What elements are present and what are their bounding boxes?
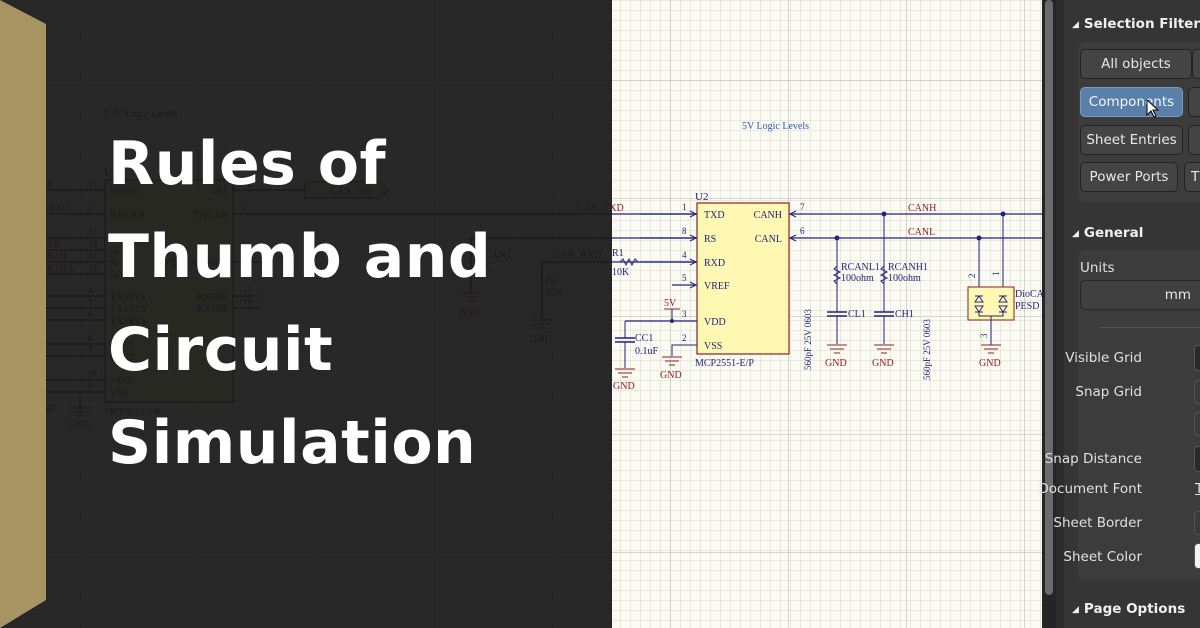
- ch1-ref: CH1: [895, 309, 914, 320]
- u2-pin-name: CANL: [755, 234, 782, 245]
- ch1-value: 560pF 25V 0603: [922, 319, 932, 380]
- gnd-symbol-vss: GND: [660, 356, 682, 381]
- filter-button-partial-1[interactable]: [1192, 49, 1200, 79]
- gnd-symbol-ch1: GND: [872, 344, 894, 369]
- panel-scrollbar-thumb[interactable]: [1045, 0, 1053, 595]
- properties-panel: ◢ Selection Filter All objects Components…: [1038, 0, 1200, 628]
- cc1-value: 0.1uF: [635, 346, 659, 357]
- svg-text:GND: GND: [872, 358, 894, 369]
- diode-part: PESD: [1015, 301, 1039, 312]
- u2-pin-name: RS: [704, 234, 716, 245]
- u2-pin-name: VREF: [704, 281, 730, 292]
- snap-distance-field[interactable]: [1194, 446, 1200, 472]
- u2-pin-name: VDD: [704, 317, 726, 328]
- u2-part: MCP2551-E/P: [695, 358, 754, 369]
- selection-filter-box: All objects Components Sheet Entries Pow…: [1078, 42, 1200, 202]
- snap-grid-label: Snap Grid: [1075, 384, 1142, 400]
- units-dropdown[interactable]: mm: [1080, 280, 1200, 310]
- section-page-options-title: Page Options: [1083, 601, 1186, 617]
- visible-grid-label: Visible Grid: [1065, 350, 1142, 366]
- filter-button-partial-2[interactable]: [1188, 87, 1200, 117]
- diode-pin-1: 1: [991, 272, 1001, 277]
- diode-ref: DioCAN: [1015, 289, 1042, 300]
- gnd-symbol-cc1: GND: [613, 368, 635, 392]
- units-label: Units: [1080, 260, 1115, 276]
- filter-all-objects-button[interactable]: All objects: [1080, 49, 1192, 79]
- power-5v: 5V: [664, 298, 677, 309]
- r1-ref: R1: [612, 248, 624, 259]
- u2-pin-number: 2: [682, 333, 687, 343]
- title-line-2: Thumb and: [108, 222, 492, 292]
- diode-pin-3: 3: [979, 333, 989, 338]
- filter-button-partial-4[interactable]: T: [1184, 162, 1200, 192]
- snap-grid-checkbox[interactable]: [1194, 380, 1200, 404]
- gold-accent-shape: [0, 0, 46, 628]
- u2-pin-name: CANH: [754, 210, 782, 221]
- collapse-triangle-icon: ◢: [1072, 20, 1079, 30]
- filter-button-partial-3[interactable]: [1188, 125, 1200, 155]
- sheet-color-label: Sheet Color: [1063, 549, 1142, 565]
- u2-body[interactable]: [696, 202, 790, 355]
- u2-pin-name: RXD: [704, 258, 725, 269]
- collapse-triangle-icon: ◢: [1072, 229, 1079, 239]
- svg-text:GND: GND: [613, 381, 635, 392]
- sheet-border-label: Sheet Border: [1053, 515, 1142, 531]
- panel-content: ◢ Selection Filter All objects Components…: [1038, 0, 1200, 628]
- page-title: Rules of Thumb and Circuit Simulation: [108, 118, 491, 490]
- rcanl1-value: 100ohm: [841, 273, 874, 284]
- cc1-ref: CC1: [635, 333, 653, 344]
- visible-grid-field[interactable]: [1194, 345, 1200, 371]
- u2-pin-number: 3: [682, 309, 687, 319]
- net-canh: CANH: [908, 203, 936, 214]
- u2-pin-name: VSS: [704, 341, 722, 352]
- u2-pin-name: TXD: [704, 210, 725, 221]
- svg-text:GND: GND: [979, 358, 1001, 369]
- snap-grid-option-checkbox[interactable]: [1194, 412, 1200, 436]
- snap-distance-label: Snap Distance: [1044, 451, 1142, 467]
- u2-pin-number: 5: [682, 273, 687, 283]
- net-canl: CANL: [908, 227, 935, 238]
- section-general-title: General: [1083, 225, 1144, 241]
- u2-pin-number: 8: [682, 226, 687, 236]
- sheet-border-checkbox[interactable]: [1194, 511, 1200, 535]
- filter-sheet-entries-button[interactable]: Sheet Entries: [1080, 125, 1183, 155]
- section-general-header[interactable]: ◢ General: [1072, 225, 1143, 241]
- gnd-symbol-cl1: GND: [825, 344, 847, 369]
- filter-power-ports-button[interactable]: Power Ports: [1080, 162, 1178, 192]
- sheet-color-swatch[interactable]: [1194, 543, 1200, 569]
- u2-pin-number: 4: [682, 250, 687, 260]
- section-selection-filter-header[interactable]: ◢ Selection Filter: [1072, 16, 1200, 32]
- u2-pin-number: 6: [800, 226, 805, 236]
- rcanh1-value: 100ohm: [888, 273, 921, 284]
- block-title-5v: 5V Logic Levels: [742, 121, 809, 132]
- u2-pin-number: 1: [682, 202, 687, 212]
- filter-components-button[interactable]: Components: [1080, 87, 1183, 117]
- collapse-triangle-icon: ◢: [1072, 605, 1079, 615]
- divider: [1100, 327, 1200, 328]
- gnd-symbol-diode: GND: [979, 344, 1001, 369]
- title-line-1: Rules of: [108, 129, 387, 199]
- title-line-3: Circuit: [108, 315, 334, 385]
- diode-array-body[interactable]: [967, 286, 1015, 321]
- cl1-ref: CL1: [848, 309, 866, 320]
- section-page-options-header[interactable]: ◢ Page Options: [1072, 601, 1185, 617]
- document-font-link[interactable]: T: [1195, 481, 1200, 497]
- cl1-value: 560pF 25V 0603: [803, 309, 813, 370]
- section-selection-filter-title: Selection Filter: [1083, 16, 1200, 32]
- rcanh1-ref: RCANH1: [888, 262, 928, 273]
- title-line-4: Simulation: [108, 408, 477, 478]
- document-font-label: Document Font: [1038, 481, 1142, 497]
- svg-text:GND: GND: [660, 370, 682, 381]
- u2-pin-number: 7: [800, 202, 805, 212]
- diode-pin-2: 2: [967, 274, 977, 279]
- rcanl1-ref: RCANL1: [841, 262, 880, 273]
- panel-scrollbar[interactable]: [1042, 0, 1056, 628]
- u2-designator: U2: [695, 191, 708, 203]
- r1-value: 10K: [612, 267, 630, 278]
- mouse-cursor-icon: [1146, 99, 1160, 118]
- svg-text:GND: GND: [825, 358, 847, 369]
